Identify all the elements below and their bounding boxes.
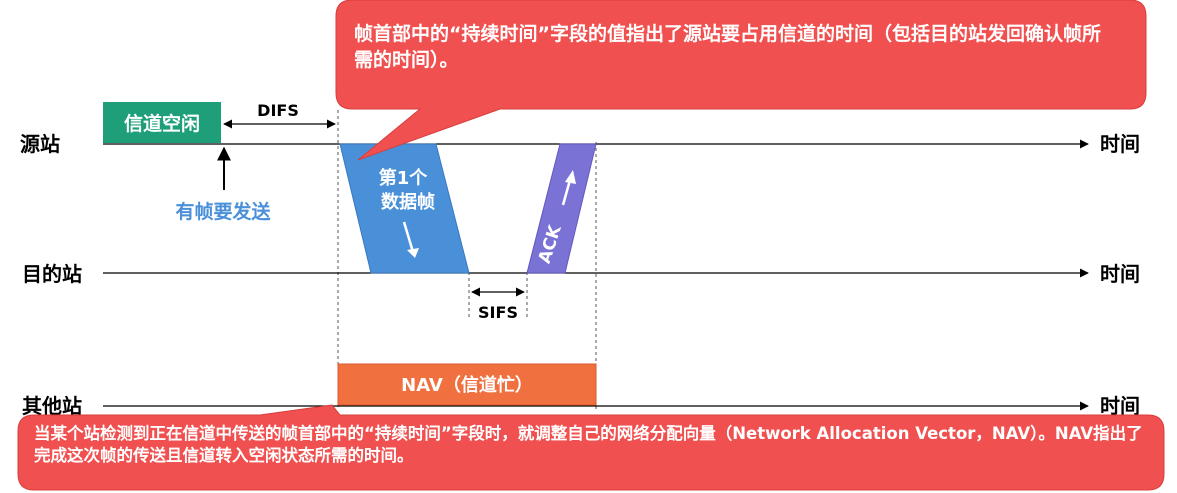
bottom-callout-text: 当某个站检测到正在信道中传送的帧首部中的“持续时间”字段时，就调整自己的网络分配… [34,424,1143,466]
data-frame-label-line2: 数据帧 [381,191,435,213]
diagram-canvas: 源站 目的站 其他站 时间 时间 时间 信道空闲 DIFS 有帧要发送 第1个 … [17,0,1165,491]
channel-idle-label: 信道空闲 [124,112,200,135]
other-time-label: 时间 [1100,394,1140,418]
nav-bar-label: NAV（信道忙） [401,374,533,396]
source-station-label: 源站 [20,132,60,156]
data-frame-label-line1: 第1个 [379,167,429,189]
source-time-label: 时间 [1100,132,1140,156]
other-station-label: 其他站 [22,394,82,418]
has-frame-label: 有帧要发送 [175,200,271,223]
top-callout-text: 帧首部中的“持续时间”字段的值指出了源站要占用信道的时间（包括目的站发回确认帧所… [354,23,1101,71]
dest-station-label: 目的站 [22,262,82,286]
difs-label: DIFS [257,101,299,120]
sifs-label: SIFS [478,303,518,322]
dest-time-label: 时间 [1100,262,1140,286]
